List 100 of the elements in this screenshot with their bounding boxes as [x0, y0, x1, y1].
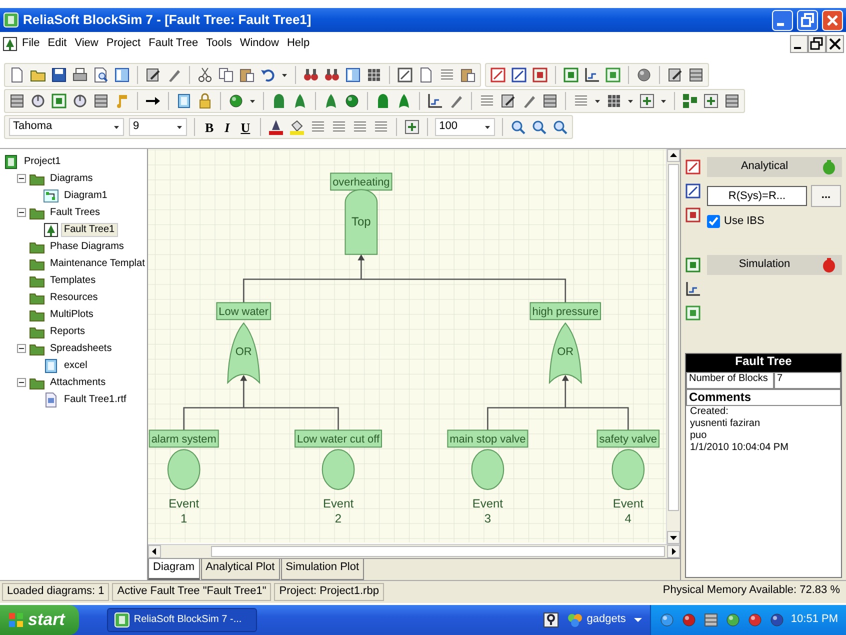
paste-icon[interactable]: [239, 67, 255, 83]
browse-button[interactable]: ...: [811, 185, 841, 207]
tree-item[interactable]: MultiPlots: [48, 308, 96, 320]
save-icon[interactable]: [51, 67, 67, 83]
page-icon[interactable]: [176, 93, 192, 109]
ball-icon[interactable]: [228, 93, 244, 109]
tree-item[interactable]: Spreadsheets: [48, 342, 114, 354]
power-icon[interactable]: [72, 93, 88, 109]
cut-icon[interactable]: [197, 67, 213, 83]
globe-icon[interactable]: [636, 67, 652, 83]
collapse-toggle[interactable]: [17, 378, 26, 387]
zoom-out-icon[interactable]: [552, 119, 568, 135]
undo-icon[interactable]: [260, 67, 276, 83]
tree-item[interactable]: Reports: [48, 326, 88, 338]
print-preview-icon[interactable]: [93, 67, 109, 83]
font-dropdown[interactable]: Tahoma: [9, 118, 124, 136]
taskbar-button[interactable]: ReliaSoft BlockSim 7 -...: [106, 608, 257, 632]
diagonal-square-icon[interactable]: [397, 67, 413, 83]
collapse-toggle[interactable]: [17, 344, 26, 353]
basic-event-circle[interactable]: [612, 449, 645, 490]
square-icon[interactable]: [563, 67, 579, 83]
print-icon[interactable]: [72, 67, 88, 83]
underline-button[interactable]: U: [238, 120, 254, 134]
event-label[interactable]: safety valve: [596, 430, 660, 448]
menu-item[interactable]: Edit: [44, 37, 71, 51]
insert-icon[interactable]: [404, 119, 420, 135]
gate-label[interactable]: high pressure: [530, 302, 602, 320]
font-color-icon[interactable]: [268, 119, 284, 135]
chart-icon[interactable]: [427, 93, 443, 109]
tree-item[interactable]: Resources: [48, 292, 100, 304]
document-icon[interactable]: [43, 392, 59, 408]
scroll-down-button[interactable]: [667, 531, 680, 544]
tree-item[interactable]: Fault Tree1: [62, 224, 117, 236]
tree-item[interactable]: Attachments: [48, 376, 108, 388]
panel-icon[interactable]: [345, 67, 361, 83]
grid-icon[interactable]: [366, 67, 382, 83]
gate-icon[interactable]: [271, 93, 287, 109]
spreadsheet-icon[interactable]: [43, 358, 59, 374]
menu-item[interactable]: Window: [236, 37, 283, 51]
or-gate-icon[interactable]: [292, 93, 308, 109]
paste-icon[interactable]: [460, 67, 476, 83]
or-gate[interactable]: OR: [227, 322, 260, 384]
scrollbar-thumb[interactable]: [211, 546, 665, 557]
menu-item[interactable]: View: [70, 37, 102, 51]
tab[interactable]: Diagram: [148, 559, 200, 580]
zoom-dropdown[interactable]: 100: [435, 118, 496, 136]
edit-icon[interactable]: [500, 93, 516, 109]
or-gate-icon[interactable]: [323, 93, 339, 109]
copy-icon[interactable]: [218, 67, 234, 83]
fill-color-icon[interactable]: [289, 119, 306, 135]
gate-label[interactable]: Low water: [216, 302, 272, 320]
menu-item[interactable]: Fault Tree: [144, 37, 202, 51]
stripes-icon[interactable]: [724, 93, 740, 109]
italic-button[interactable]: I: [222, 120, 233, 134]
scroll-right-button[interactable]: [667, 545, 680, 558]
square-icon[interactable]: [685, 255, 703, 275]
or-gate[interactable]: OR: [548, 322, 582, 384]
help-icon[interactable]: [542, 612, 559, 628]
restore-button[interactable]: [808, 35, 826, 53]
bold-button[interactable]: B: [202, 120, 217, 134]
tree-item[interactable]: excel: [62, 360, 90, 372]
chart-arrow-icon[interactable]: [685, 279, 703, 299]
tree-item[interactable]: Fault Tree1.rtf: [62, 394, 128, 406]
basic-event-circle[interactable]: [322, 449, 355, 490]
chart-arrow-icon[interactable]: [584, 67, 600, 83]
equation-field[interactable]: R(Sys)=R...: [707, 186, 807, 206]
zoom-icon[interactable]: [510, 119, 526, 135]
event-label[interactable]: alarm system: [148, 430, 219, 448]
new-page-icon[interactable]: [9, 67, 25, 83]
lock-icon[interactable]: [197, 93, 213, 109]
event-label[interactable]: overheating: [330, 172, 392, 191]
menu-item[interactable]: File: [18, 37, 44, 51]
tree-item[interactable]: Maintenance Templat: [48, 258, 147, 270]
project-icon[interactable]: [3, 154, 19, 170]
font-size-dropdown[interactable]: 9: [129, 118, 187, 136]
or-gate-icon[interactable]: [396, 93, 412, 109]
gate-icon[interactable]: [375, 93, 391, 109]
close-button[interactable]: [826, 35, 844, 53]
basic-event-circle[interactable]: [167, 449, 200, 490]
replace-icon[interactable]: [324, 67, 340, 83]
event-label[interactable]: main stop valve: [447, 430, 528, 448]
collapse-toggle[interactable]: [17, 174, 26, 183]
tree-item[interactable]: Diagram1: [62, 190, 110, 202]
scrollbar-thumb[interactable]: [668, 164, 679, 511]
tab[interactable]: Simulation Plot: [280, 559, 364, 580]
tree-item[interactable]: Fault Trees: [48, 206, 102, 218]
tree-item[interactable]: Diagrams: [48, 172, 95, 184]
panel-icon[interactable]: [114, 67, 130, 83]
brush-icon[interactable]: [521, 93, 537, 109]
tree-item[interactable]: Project1: [22, 156, 63, 168]
tree-item[interactable]: Templates: [48, 274, 98, 286]
event-label[interactable]: Low water cut off: [294, 430, 382, 448]
menu-item[interactable]: Project: [102, 37, 145, 51]
record-icon[interactable]: [30, 93, 46, 109]
scroll-left-button[interactable]: [148, 545, 161, 558]
top-event-gate[interactable]: Top: [344, 189, 378, 255]
tray-icon[interactable]: [768, 612, 785, 628]
collapse-toggle[interactable]: [17, 208, 26, 217]
menu-item[interactable]: Help: [282, 37, 314, 51]
find-icon[interactable]: [303, 67, 319, 83]
